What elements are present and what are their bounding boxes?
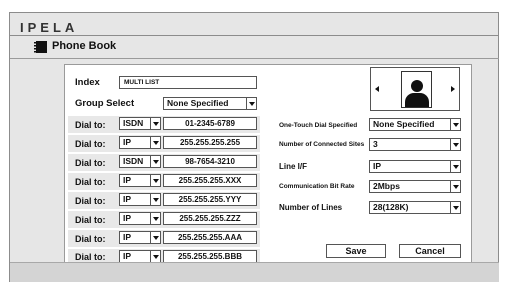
page-title: Phone Book xyxy=(52,40,117,52)
line-if-value: IP xyxy=(373,161,382,171)
one-touch-dropdown[interactable]: None Specified xyxy=(369,118,461,131)
phone-book-icon xyxy=(34,41,47,53)
chevron-down-icon xyxy=(150,156,160,167)
dial-type-select[interactable]: IP xyxy=(119,212,161,225)
dial-label: Dial to: xyxy=(75,234,106,244)
dial-number-field[interactable]: 98-7654-3210 xyxy=(163,155,257,168)
chevron-down-icon xyxy=(150,232,160,243)
header-divider xyxy=(10,35,499,36)
chevron-down-icon xyxy=(150,175,160,186)
one-touch-label: One-Touch Dial Specified xyxy=(279,122,358,129)
one-touch-value: None Specified xyxy=(373,119,435,129)
dial-label: Dial to: xyxy=(75,196,106,206)
num-lines-label: Number of Lines xyxy=(279,203,343,212)
next-arrow-icon[interactable] xyxy=(451,86,455,92)
chevron-down-icon xyxy=(150,137,160,148)
dial-number-field[interactable]: 255.255.255.XXX xyxy=(163,174,257,187)
dial-type-value: IP xyxy=(123,194,132,204)
dial-label: Dial to: xyxy=(75,215,106,225)
chevron-down-icon xyxy=(450,119,460,130)
bit-rate-label: Communication Bit Rate xyxy=(279,183,355,190)
num-lines-dropdown[interactable]: 28(128K) xyxy=(369,201,461,214)
num-lines-value: 28(128K) xyxy=(373,202,409,212)
dial-label: Dial to: xyxy=(75,252,106,262)
status-bar xyxy=(10,262,499,282)
index-label: Index xyxy=(75,77,100,88)
chevron-down-icon xyxy=(450,139,460,150)
dial-label: Dial to: xyxy=(75,120,106,130)
connected-sites-label: Number of Connected Sites xyxy=(279,141,365,148)
bit-rate-value: 2Mbps xyxy=(373,181,400,191)
chevron-down-icon xyxy=(246,98,256,109)
group-select-dropdown[interactable]: None Specified xyxy=(163,97,257,110)
chevron-down-icon xyxy=(150,194,160,205)
dial-label: Dial to: xyxy=(75,158,106,168)
dial-type-value: ISDN xyxy=(123,118,144,128)
dial-type-value: IP xyxy=(123,175,132,185)
chevron-down-icon xyxy=(450,161,460,172)
title-divider xyxy=(10,58,499,59)
image-preview xyxy=(370,67,460,111)
index-field[interactable]: MULTI LIST xyxy=(119,76,257,89)
dial-number-field[interactable]: 255.255.255.255 xyxy=(163,136,257,149)
dial-type-value: IP xyxy=(123,213,132,223)
chevron-down-icon xyxy=(150,251,160,262)
line-if-label: Line I/F xyxy=(279,162,307,171)
dial-type-select[interactable]: IP xyxy=(119,231,161,244)
dial-type-select[interactable]: IP xyxy=(119,174,161,187)
chevron-down-icon xyxy=(150,213,160,224)
chevron-down-icon xyxy=(450,202,460,213)
dial-type-value: IP xyxy=(123,137,132,147)
connected-sites-value: 3 xyxy=(373,139,378,149)
cancel-button[interactable]: Cancel xyxy=(399,244,461,258)
dial-label: Dial to: xyxy=(75,139,106,149)
dial-number-field[interactable]: 255.255.255.AAA xyxy=(163,231,257,244)
dial-type-select[interactable]: ISDN xyxy=(119,117,161,130)
connected-sites-dropdown[interactable]: 3 xyxy=(369,138,461,151)
dial-type-value: IP xyxy=(123,232,132,242)
group-select-label: Group Select xyxy=(75,98,135,109)
dial-number-field[interactable]: 255.255.255.ZZZ xyxy=(163,212,257,225)
dial-number-field[interactable]: 255.255.255.YYY xyxy=(163,193,257,206)
dial-type-select[interactable]: IP xyxy=(119,136,161,149)
dial-type-value: IP xyxy=(123,251,132,261)
chevron-down-icon xyxy=(150,118,160,129)
dial-number-field[interactable]: 01-2345-6789 xyxy=(163,117,257,130)
brand-logo: IPELA xyxy=(20,20,79,35)
line-if-dropdown[interactable]: IP xyxy=(369,160,461,173)
person-icon xyxy=(401,71,432,108)
group-select-value: None Specified xyxy=(167,98,229,108)
dial-type-select[interactable]: IP xyxy=(119,193,161,206)
dial-type-value: ISDN xyxy=(123,156,144,166)
previous-arrow-icon[interactable] xyxy=(375,86,379,92)
save-button[interactable]: Save xyxy=(326,244,386,258)
chevron-down-icon xyxy=(450,181,460,192)
dial-label: Dial to: xyxy=(75,177,106,187)
bit-rate-dropdown[interactable]: 2Mbps xyxy=(369,180,461,193)
dial-type-select[interactable]: ISDN xyxy=(119,155,161,168)
